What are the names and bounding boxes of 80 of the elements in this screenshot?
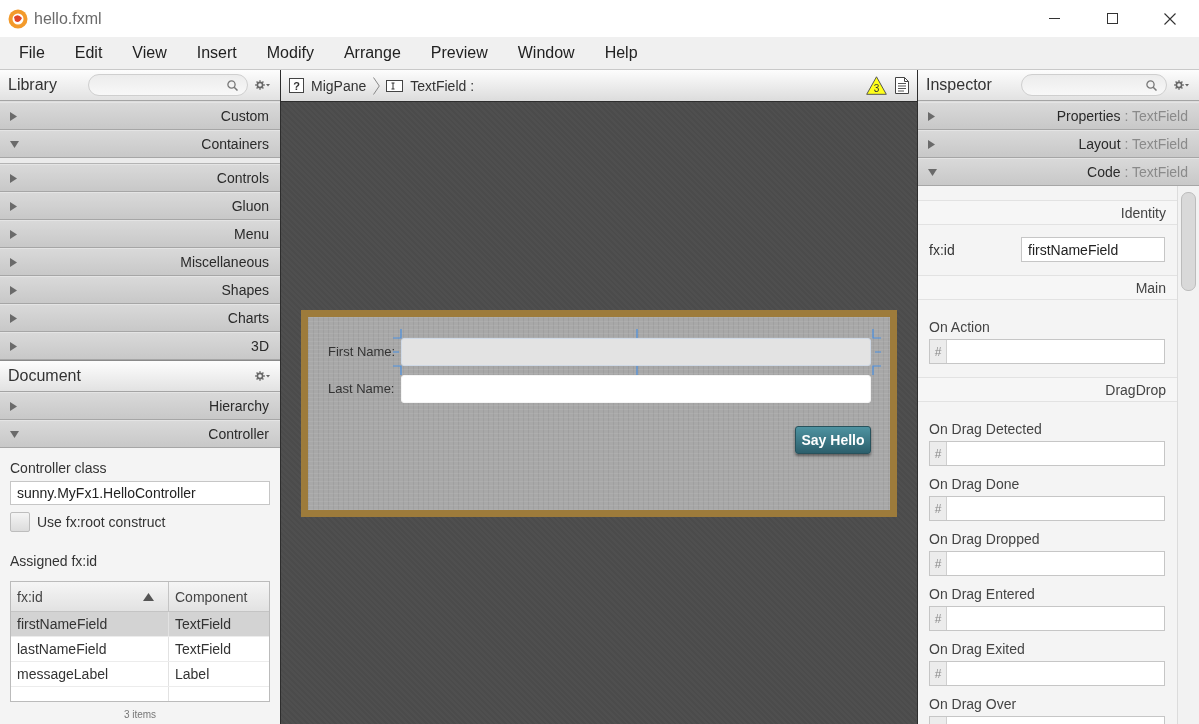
panel-title: Library — [8, 76, 57, 94]
accordion-header[interactable]: Properties : TextField — [918, 102, 1199, 130]
column-header[interactable]: Component — [168, 582, 269, 611]
form-label: Last Name: — [328, 381, 396, 396]
column-header[interactable]: fx:id — [11, 582, 168, 611]
table-row[interactable]: firstNameField TextField — [11, 612, 269, 637]
panel-title: Document — [8, 367, 81, 385]
group-heading: DragDrop — [918, 377, 1177, 402]
menu-item[interactable]: View — [117, 40, 182, 66]
accordion-header[interactable]: Miscellaneous — [0, 248, 280, 276]
accordion-header[interactable]: Controls — [0, 164, 280, 192]
panel-title: Inspector — [926, 76, 992, 94]
accordion-header[interactable]: Code : TextField — [918, 158, 1199, 186]
item-count: 3 items — [123, 709, 157, 720]
table-cell-text: firstNameField — [16, 615, 109, 634]
field-label: On Drag Entered — [929, 585, 1036, 603]
question-mark-icon: ? — [289, 78, 304, 93]
app-logo-icon — [8, 8, 28, 29]
document-icon[interactable] — [895, 77, 909, 94]
search-icon — [1146, 79, 1157, 91]
table-cell-text: lastNameField — [16, 640, 108, 659]
table-cell: Label — [168, 662, 269, 686]
warning-button[interactable]: 3 — [866, 76, 887, 95]
settings-icon[interactable] — [255, 80, 270, 90]
accordion-header[interactable]: 3D — [0, 332, 280, 360]
menu-item[interactable]: Modify — [251, 40, 329, 66]
accordion-header[interactable]: Menu — [0, 220, 280, 248]
scrollbar-thumb[interactable] — [1181, 192, 1196, 291]
breadcrumb-item[interactable]: ? MigPane — [289, 77, 367, 94]
accordion-header[interactable]: Hierarchy — [0, 392, 280, 420]
maximize-icon — [1106, 13, 1118, 24]
accordion-header[interactable]: Layout : TextField — [918, 130, 1199, 158]
breadcrumb-item[interactable]: TextField : — [386, 77, 475, 94]
table-cell: TextField — [168, 612, 269, 636]
close-icon — [1164, 12, 1176, 25]
section-label: Assigned fx:id — [10, 553, 99, 569]
accordion-header[interactable]: Gluon — [0, 192, 280, 220]
accordion-header[interactable]: Controller — [0, 420, 280, 448]
menu-item[interactable]: Arrange — [328, 40, 416, 66]
checkbox-label: Use fx:root construct — [37, 514, 166, 530]
table-row[interactable]: lastNameField TextField — [11, 637, 269, 662]
field-label: On Drag Over — [929, 695, 1018, 713]
group-heading: Identity — [918, 200, 1177, 225]
checkbox[interactable] — [10, 512, 30, 532]
menu-item[interactable]: File — [4, 40, 60, 66]
form-label: First Name: — [328, 344, 397, 359]
field-label: On Drag Detected — [929, 420, 1043, 438]
say-hello-button[interactable]: Say Hello — [795, 425, 871, 454]
search-field[interactable] — [88, 74, 248, 96]
field-label: fx:id — [929, 241, 955, 258]
warning-icon — [866, 76, 887, 95]
field-label: On Drag Done — [929, 475, 1021, 493]
field-label: On Drag Dropped — [929, 530, 1041, 548]
field-label: On Drag Exited — [929, 640, 1026, 658]
menu-item[interactable]: Insert — [181, 40, 252, 66]
menu-item[interactable]: Edit — [59, 40, 118, 66]
window-title: hello.fxml — [34, 9, 102, 28]
text-field[interactable]: firstNameField — [1021, 237, 1165, 262]
accordion-header[interactable]: Shapes — [0, 276, 280, 304]
group-heading: Main — [918, 275, 1177, 300]
chevron-right-icon — [373, 76, 381, 95]
search-icon — [227, 79, 238, 91]
text-field-icon — [386, 79, 404, 92]
field-label: On Action — [929, 318, 991, 336]
field-label: Controller class — [10, 460, 108, 476]
minimize-icon — [1048, 18, 1060, 19]
settings-icon[interactable] — [255, 371, 270, 381]
text-field[interactable]: sunny.MyFx1.HelloController — [10, 481, 270, 505]
accordion-header[interactable]: Charts — [0, 304, 280, 332]
table-cell: TextField — [168, 637, 269, 661]
accordion-header[interactable]: Custom — [0, 102, 280, 130]
table-row[interactable]: messageLabel Label — [11, 662, 269, 687]
menu-item[interactable]: Help — [589, 40, 653, 66]
menu-item[interactable]: Window — [502, 40, 590, 66]
search-field[interactable] — [1021, 74, 1167, 96]
table-cell-text: messageLabel — [16, 665, 110, 684]
menu-item[interactable]: Preview — [415, 40, 503, 66]
settings-icon[interactable] — [1174, 80, 1189, 90]
accordion-header[interactable]: Containers — [0, 130, 280, 158]
text-field[interactable] — [401, 337, 871, 366]
